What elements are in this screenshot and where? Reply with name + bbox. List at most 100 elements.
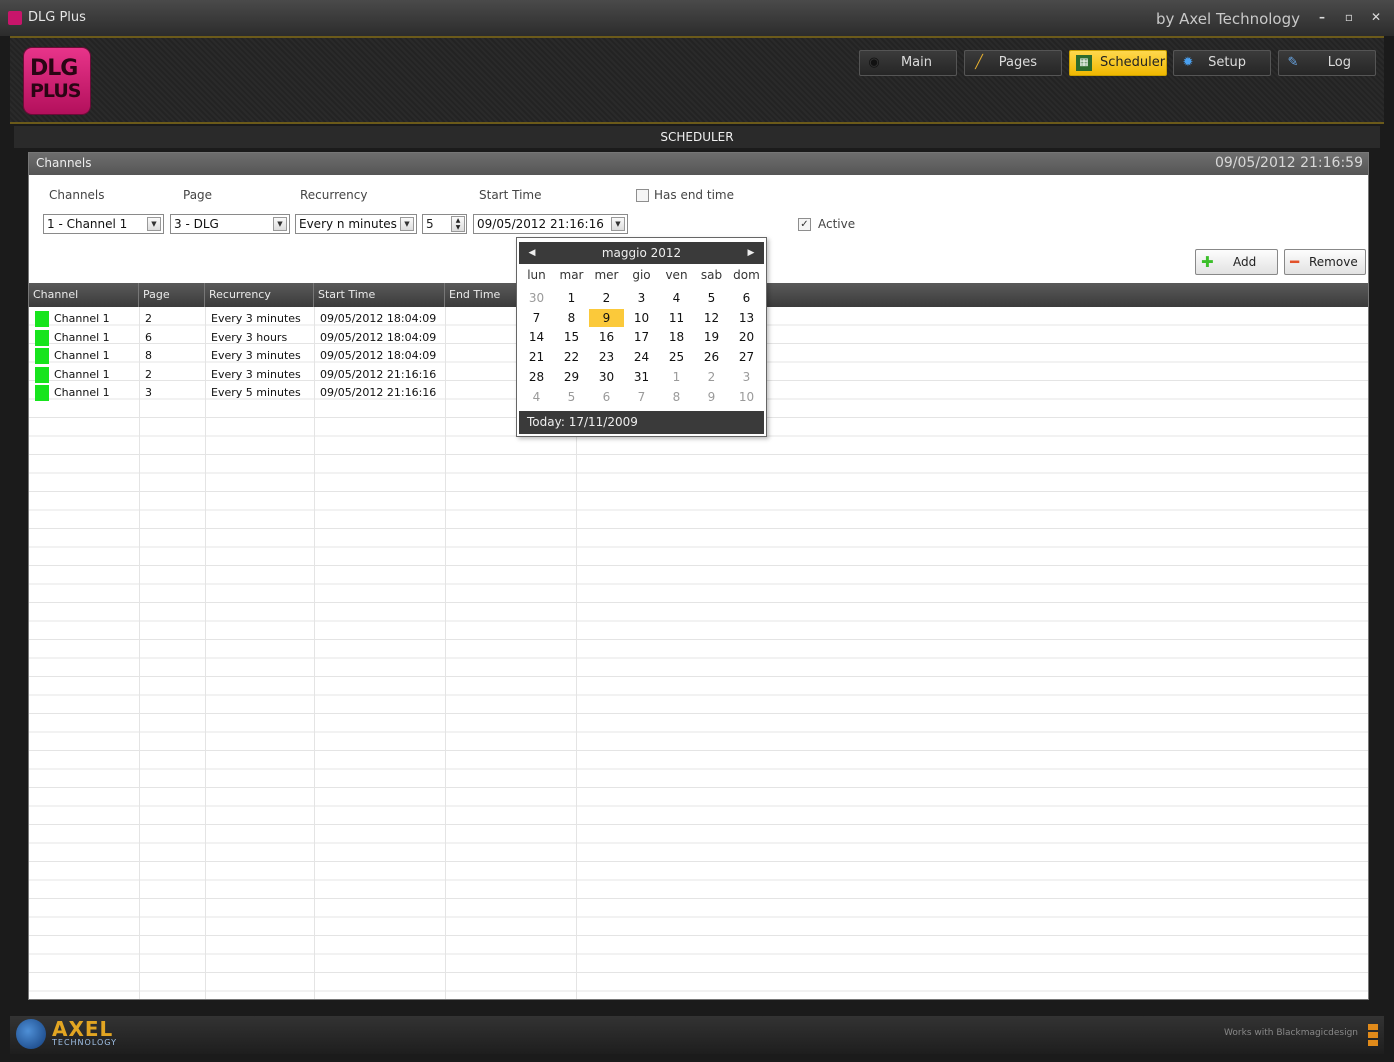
calendar-month-title[interactable]: maggio 2012 bbox=[602, 246, 681, 260]
calendar-day[interactable]: 6 bbox=[589, 388, 624, 406]
calendar-day[interactable]: 23 bbox=[589, 348, 624, 366]
calendar-day[interactable]: 2 bbox=[589, 289, 624, 307]
table-row[interactable]: Channel 1 3 Every 5 minutes 09/05/2012 2… bbox=[29, 384, 529, 403]
calendar-day[interactable]: 29 bbox=[554, 368, 589, 386]
cell-recurrency: Every 3 minutes bbox=[211, 312, 301, 325]
grid-divider bbox=[445, 307, 446, 999]
calendar-day[interactable]: 31 bbox=[624, 368, 659, 386]
calendar-day[interactable]: 30 bbox=[519, 289, 554, 307]
start-time-label: Start Time bbox=[479, 188, 542, 202]
calendar-day[interactable]: 5 bbox=[694, 289, 729, 307]
calendar-icon: ▦ bbox=[1076, 55, 1092, 71]
cell-recurrency: Every 3 minutes bbox=[211, 349, 301, 362]
chevron-down-icon[interactable]: ▼ bbox=[400, 217, 414, 231]
calendar-day[interactable]: 3 bbox=[624, 289, 659, 307]
table-row[interactable]: Channel 1 8 Every 3 minutes 09/05/2012 1… bbox=[29, 347, 529, 366]
table-row[interactable]: Channel 1 2 Every 3 minutes 09/05/2012 2… bbox=[29, 366, 529, 385]
calendar-day[interactable]: 30 bbox=[589, 368, 624, 386]
active-checkbox[interactable]: ✓ bbox=[798, 218, 811, 231]
calendar-day[interactable]: 4 bbox=[519, 388, 554, 406]
calendar-day[interactable]: 4 bbox=[659, 289, 694, 307]
calendar-day[interactable]: 2 bbox=[694, 368, 729, 386]
calendar-day[interactable]: 7 bbox=[624, 388, 659, 406]
weekday-label: ven bbox=[665, 268, 688, 282]
gear-icon: ✹ bbox=[1182, 55, 1194, 70]
calendar-day[interactable]: 26 bbox=[694, 348, 729, 366]
calendar-day[interactable]: 17 bbox=[624, 328, 659, 346]
calendar-day[interactable]: 7 bbox=[519, 309, 554, 327]
page-select[interactable]: 3 - DLG ▼ bbox=[170, 214, 290, 234]
calendar-day[interactable]: 6 bbox=[729, 289, 764, 307]
page-label: Page bbox=[183, 188, 213, 202]
table-row[interactable]: Channel 1 6 Every 3 hours 09/05/2012 18:… bbox=[29, 329, 529, 348]
minus-icon: ━ bbox=[1290, 253, 1300, 271]
calendar-day[interactable]: 3 bbox=[729, 368, 764, 386]
weekday-label: gio bbox=[632, 268, 651, 282]
table-row[interactable]: Channel 1 2 Every 3 minutes 09/05/2012 1… bbox=[29, 310, 529, 329]
chevron-down-icon[interactable]: ▼ bbox=[611, 217, 625, 231]
calendar-day[interactable]: 13 bbox=[729, 309, 764, 327]
prev-month-icon[interactable]: ◀ bbox=[523, 242, 541, 264]
stepper-arrows-icon[interactable]: ▲ ▼ bbox=[451, 216, 465, 232]
app-icon bbox=[8, 11, 22, 25]
calendar-day[interactable]: 24 bbox=[624, 348, 659, 366]
interval-stepper[interactable]: 5 ▲ ▼ bbox=[422, 214, 467, 234]
add-button[interactable]: ✚ Add bbox=[1195, 249, 1278, 275]
col-page-header[interactable]: Page bbox=[139, 283, 205, 307]
nav-scheduler-button[interactable]: ▦ Scheduler bbox=[1069, 50, 1167, 76]
recurrency-select[interactable]: Every n minutes ▼ bbox=[295, 214, 417, 234]
calendar-day[interactable]: 8 bbox=[659, 388, 694, 406]
weekday-label: mer bbox=[594, 268, 619, 282]
calendar-day[interactable]: 28 bbox=[519, 368, 554, 386]
calendar-day[interactable]: 11 bbox=[659, 309, 694, 327]
nav-main-button[interactable]: ◉ Main bbox=[859, 50, 957, 76]
col-channel-header[interactable]: Channel bbox=[29, 283, 139, 307]
remove-button[interactable]: ━ Remove bbox=[1284, 249, 1366, 275]
calendar-day-selected[interactable]: 9 bbox=[589, 308, 624, 327]
calendar-day[interactable]: 25 bbox=[659, 348, 694, 366]
start-time-picker[interactable]: 09/05/2012 21:16:16 ▼ bbox=[473, 214, 628, 234]
log-icon: ✎ bbox=[1287, 55, 1299, 70]
nav-setup-label: Setup bbox=[1208, 55, 1246, 70]
channel-select[interactable]: 1 - Channel 1 ▼ bbox=[43, 214, 164, 234]
calendar-day[interactable]: 9 bbox=[694, 388, 729, 406]
nav-setup-button[interactable]: ✹ Setup bbox=[1173, 50, 1271, 76]
calendar-day[interactable]: 10 bbox=[729, 388, 764, 406]
minimize-icon[interactable]: – bbox=[1313, 8, 1331, 26]
calendar-day[interactable]: 1 bbox=[554, 289, 589, 307]
calendar-day[interactable]: 16 bbox=[589, 328, 624, 346]
axel-logo-icon bbox=[16, 1019, 46, 1049]
maximize-icon[interactable]: ▫ bbox=[1340, 8, 1358, 26]
calendar-day[interactable]: 1 bbox=[659, 368, 694, 386]
calendar-day[interactable]: 15 bbox=[554, 328, 589, 346]
next-month-icon[interactable]: ▶ bbox=[742, 242, 760, 264]
calendar-day[interactable]: 19 bbox=[694, 328, 729, 346]
weekday-label: mar bbox=[559, 268, 584, 282]
calendar-day[interactable]: 21 bbox=[519, 348, 554, 366]
logo-text-top: DLG bbox=[30, 56, 78, 81]
pencil-icon: ╱ bbox=[975, 55, 983, 70]
chevron-down-icon[interactable]: ▼ bbox=[147, 217, 161, 231]
has-end-time-checkbox[interactable] bbox=[636, 189, 649, 202]
col-start-time-header[interactable]: Start Time bbox=[314, 283, 445, 307]
recurrency-select-value: Every n minutes bbox=[299, 217, 397, 231]
col-recurrency-header[interactable]: Recurrency bbox=[205, 283, 314, 307]
chevron-down-icon[interactable]: ▼ bbox=[273, 217, 287, 231]
calendar-day[interactable]: 5 bbox=[554, 388, 589, 406]
close-icon[interactable]: ✕ bbox=[1367, 8, 1385, 26]
calendar-day[interactable]: 8 bbox=[554, 309, 589, 327]
calendar-day[interactable]: 27 bbox=[729, 348, 764, 366]
calendar-day[interactable]: 20 bbox=[729, 328, 764, 346]
calendar-day[interactable]: 18 bbox=[659, 328, 694, 346]
calendar-day[interactable]: 12 bbox=[694, 309, 729, 327]
satellite-icon: ◉ bbox=[868, 55, 880, 70]
today-link[interactable]: Today: 17/11/2009 bbox=[519, 411, 764, 434]
nav-pages-button[interactable]: ╱ Pages bbox=[964, 50, 1062, 76]
cell-page: 2 bbox=[145, 312, 152, 325]
title-bar: DLG Plus by Axel Technology – ▫ ✕ bbox=[0, 0, 1394, 36]
nav-log-button[interactable]: ✎ Log bbox=[1278, 50, 1376, 76]
calendar-day[interactable]: 14 bbox=[519, 328, 554, 346]
cell-channel: Channel 1 bbox=[54, 330, 110, 344]
calendar-day[interactable]: 22 bbox=[554, 348, 589, 366]
calendar-day[interactable]: 10 bbox=[624, 309, 659, 327]
